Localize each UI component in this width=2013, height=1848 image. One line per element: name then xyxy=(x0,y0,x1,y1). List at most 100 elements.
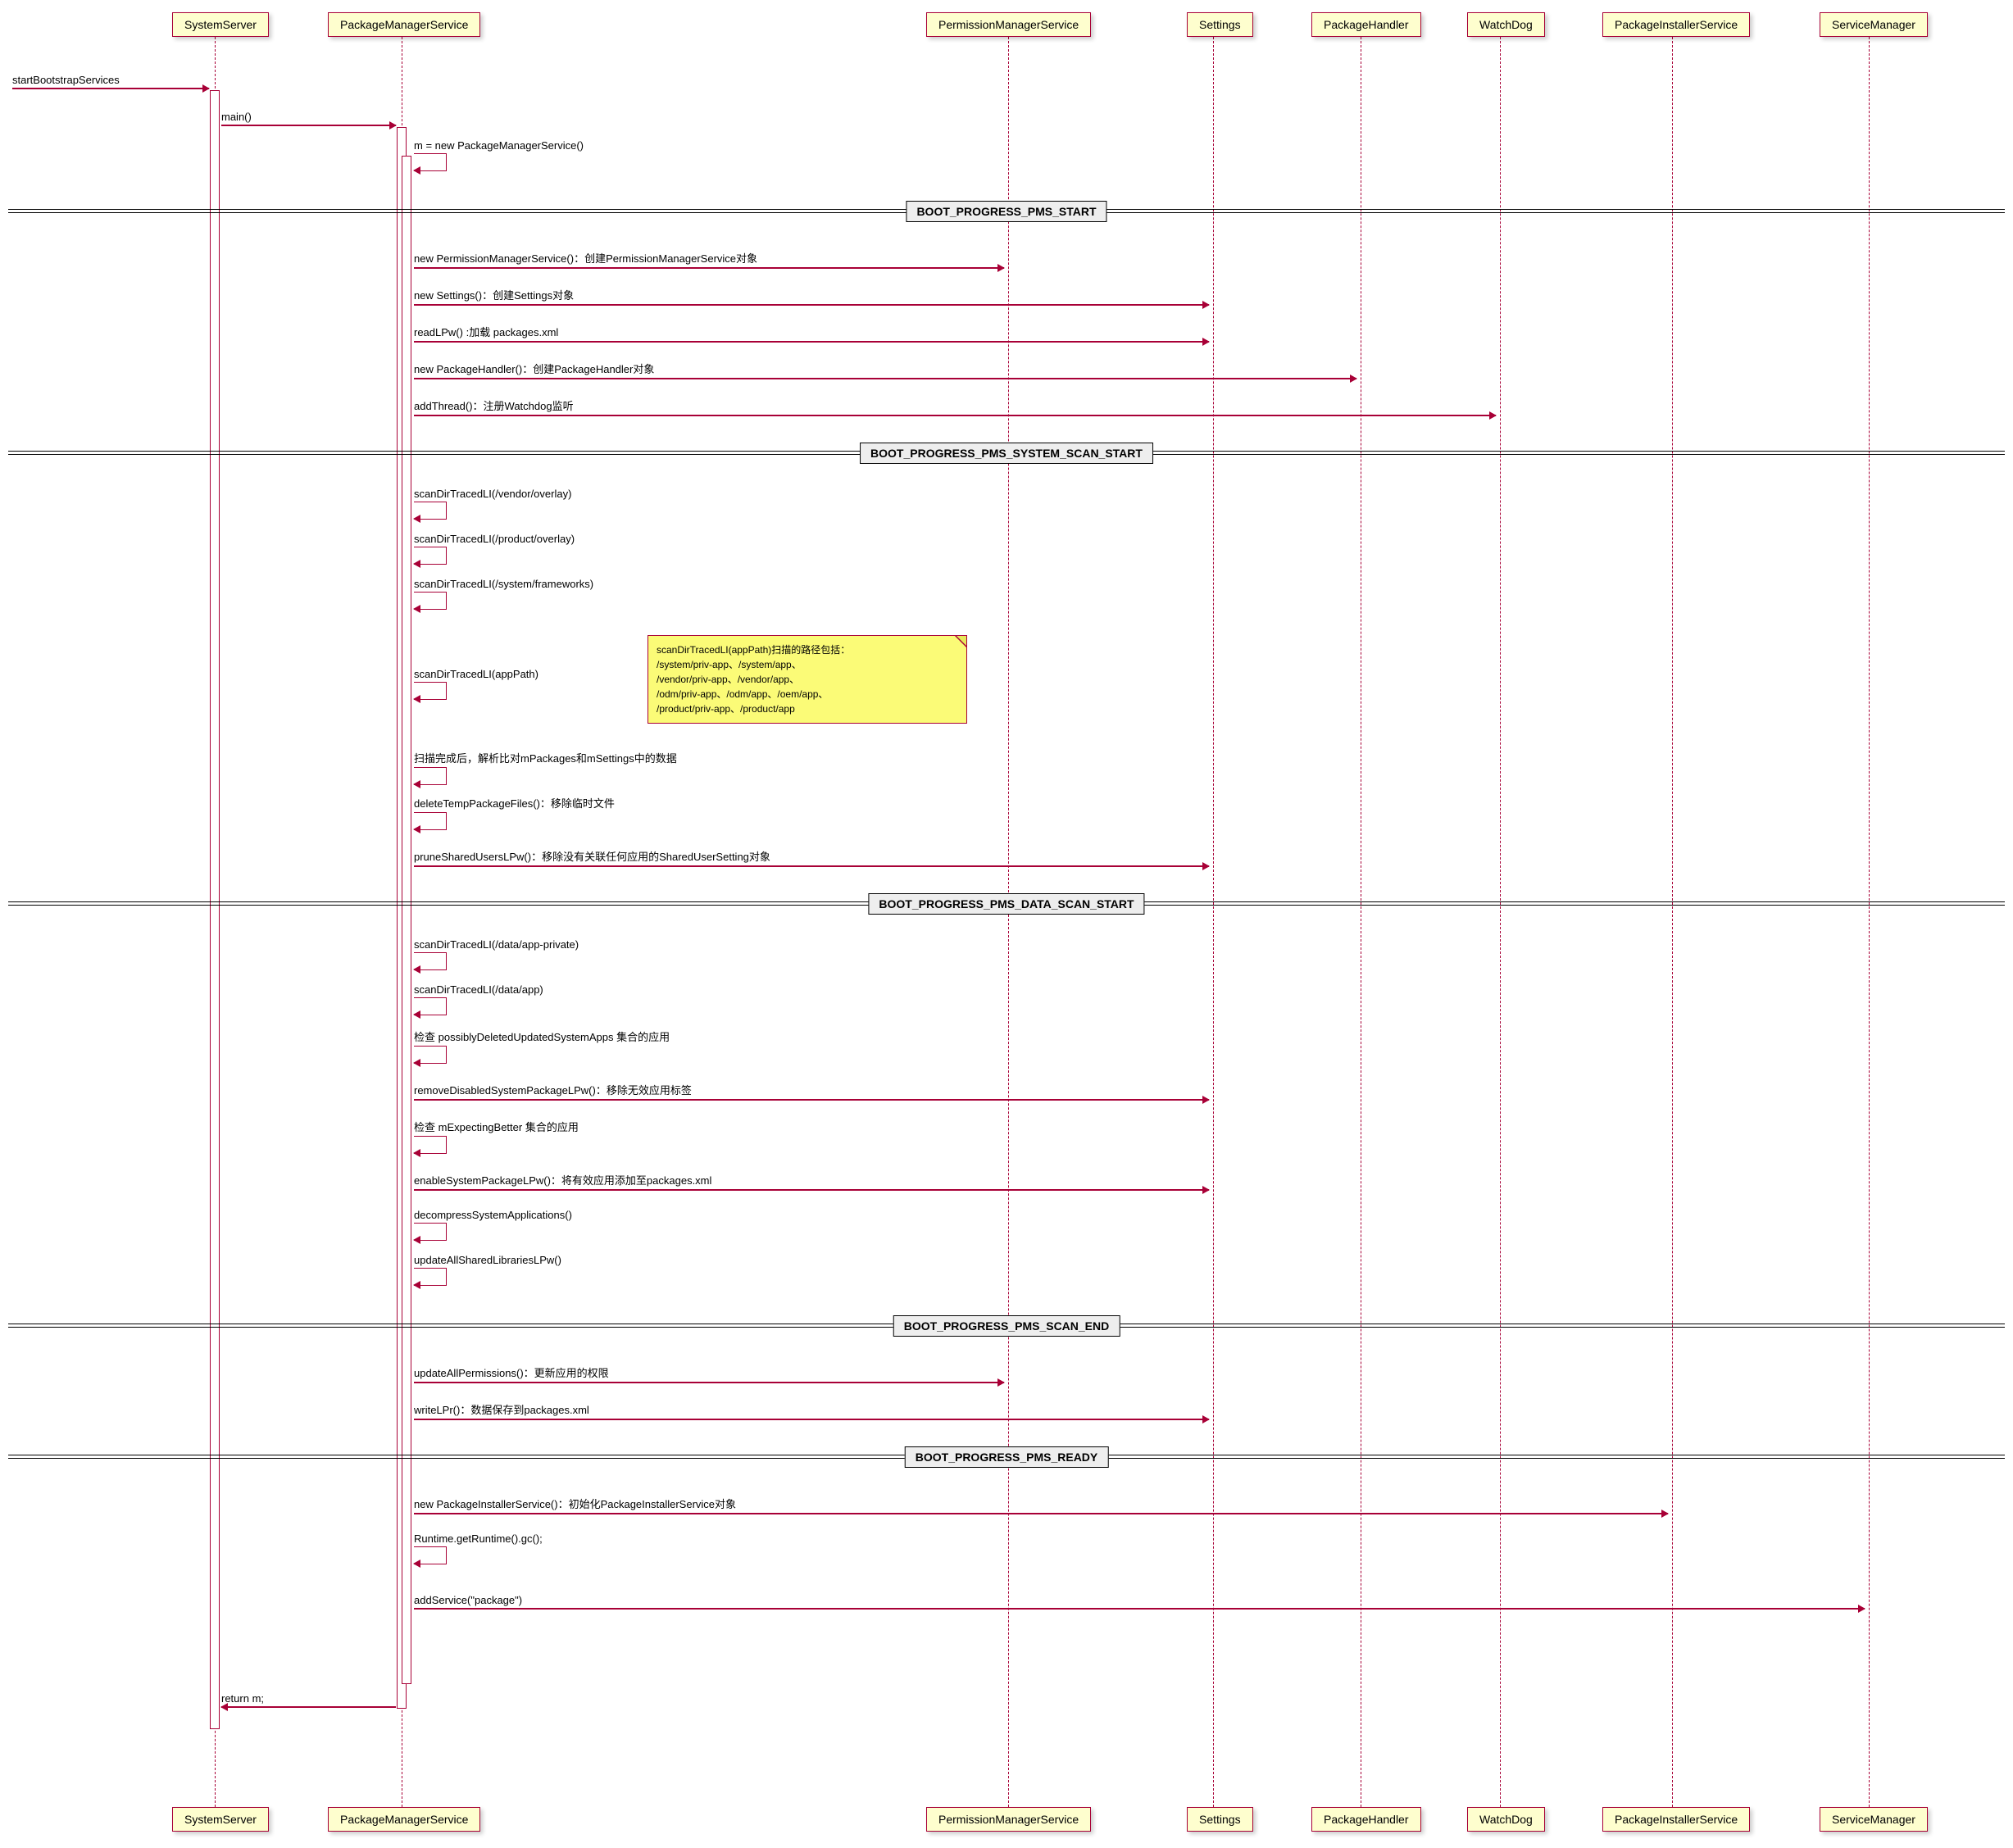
participant-settings-top: Settings xyxy=(1187,12,1253,37)
participant-label: PackageHandler xyxy=(1324,18,1409,31)
divider-label: BOOT_PROGRESS_PMS_SCAN_END xyxy=(893,1315,1120,1337)
divider-label: BOOT_PROGRESS_PMS_READY xyxy=(905,1446,1109,1468)
divider-scan-end: BOOT_PROGRESS_PMS_SCAN_END xyxy=(8,1315,2005,1340)
msg-label: decompressSystemApplications() xyxy=(414,1209,572,1221)
divider-label: BOOT_PROGRESS_PMS_SYSTEM_SCAN_START xyxy=(860,443,1153,464)
msg-scan-vendor-overlay: scanDirTracedLI(/vendor/overlay) xyxy=(414,488,571,520)
lifeline-installer xyxy=(1672,37,1673,1811)
msg-label: updateAllPermissions()：更新应用的权限 xyxy=(414,1364,1004,1380)
msg-label: 检查 possiblyDeletedUpdatedSystemApps 集合的应… xyxy=(414,1028,670,1044)
msg-prune-shared: pruneSharedUsersLPw()：移除没有关联任何应用的SharedU… xyxy=(414,848,1209,867)
participant-label: SystemServer xyxy=(184,18,257,31)
note-scan-paths: scanDirTracedLI(appPath)扫描的路径包括： /system… xyxy=(648,635,967,724)
msg-enable-syspkg: enableSystemPackageLPw()：将有效应用添加至package… xyxy=(414,1172,1209,1191)
msg-return: return m; xyxy=(221,1692,396,1708)
participant-permservice-bot: PermissionManagerService xyxy=(926,1807,1091,1832)
msg-update-perms: updateAllPermissions()：更新应用的权限 xyxy=(414,1364,1004,1383)
divider-pms-start: BOOT_PROGRESS_PMS_START xyxy=(8,201,2005,225)
msg-label: addThread()：注册Watchdog监听 xyxy=(414,397,1496,413)
participant-pkghandler-top: PackageHandler xyxy=(1311,12,1421,37)
msg-label: pruneSharedUsersLPw()：移除没有关联任何应用的SharedU… xyxy=(414,848,1209,864)
lifeline-watchdog xyxy=(1500,37,1501,1811)
participant-watchdog-bot: WatchDog xyxy=(1467,1807,1545,1832)
msg-label: new Settings()：创建Settings对象 xyxy=(414,287,1209,302)
msg-label: scanDirTracedLI(/data/app-private) xyxy=(414,938,579,951)
msg-remove-disabled: removeDisabledSystemPackageLPw()：移除无效应用标… xyxy=(414,1082,1209,1101)
participant-pkghandler-bot: PackageHandler xyxy=(1311,1807,1421,1832)
participant-systemserver-bot: SystemServer xyxy=(172,1807,269,1832)
divider-system-scan-start: BOOT_PROGRESS_PMS_SYSTEM_SCAN_START xyxy=(8,443,2005,467)
msg-label: writeLPr()：数据保存到packages.xml xyxy=(414,1401,1209,1417)
msg-new-permservice: new PermissionManagerService()：创建Permiss… xyxy=(414,250,1004,269)
participant-settings-bot: Settings xyxy=(1187,1807,1253,1832)
participant-label: Settings xyxy=(1199,18,1241,31)
participant-label: WatchDog xyxy=(1479,1813,1533,1826)
participant-pms-bot: PackageManagerService xyxy=(328,1807,480,1832)
msg-label: readLPw() :加载 packages.xml xyxy=(414,324,1209,339)
msg-label: new PackageHandler()：创建PackageHandler对象 xyxy=(414,361,1356,376)
participant-installer-top: PackageInstallerService xyxy=(1602,12,1750,37)
divider-ready: BOOT_PROGRESS_PMS_READY xyxy=(8,1446,2005,1471)
msg-label: startBootstrapServices xyxy=(12,74,209,86)
participant-svcmgr-bot: ServiceManager xyxy=(1820,1807,1928,1832)
participant-svcmgr-top: ServiceManager xyxy=(1820,12,1928,37)
msg-label: enableSystemPackageLPw()：将有效应用添加至package… xyxy=(414,1172,1209,1187)
msg-readlpw: readLPw() :加载 packages.xml xyxy=(414,324,1209,343)
divider-label: BOOT_PROGRESS_PMS_DATA_SCAN_START xyxy=(868,893,1144,915)
divider-label: BOOT_PROGRESS_PMS_START xyxy=(906,201,1106,222)
msg-addthread: addThread()：注册Watchdog监听 xyxy=(414,397,1496,416)
msg-label: m = new PackageManagerService() xyxy=(414,139,584,152)
msg-scan-data-app: scanDirTracedLI(/data/app) xyxy=(414,983,543,1015)
msg-label: main() xyxy=(221,111,396,123)
lifeline-svcmgr xyxy=(1869,37,1870,1811)
msg-label: deleteTempPackageFiles()：移除临时文件 xyxy=(414,795,615,810)
msg-scan-data-private: scanDirTracedLI(/data/app-private) xyxy=(414,938,579,970)
msg-label: scanDirTracedLI(/product/overlay) xyxy=(414,533,575,545)
participant-label: SystemServer xyxy=(184,1813,257,1826)
msg-writelpr: writeLPr()：数据保存到packages.xml xyxy=(414,1401,1209,1420)
msg-label: 扫描完成后，解析比对mPackages和mSettings中的数据 xyxy=(414,750,677,765)
msg-label: new PackageInstallerService()：初始化Package… xyxy=(414,1496,1668,1511)
note-line: /system/priv-app、/system/app、 xyxy=(657,657,958,672)
participant-label: Settings xyxy=(1199,1813,1241,1826)
msg-new-pkghandler: new PackageHandler()：创建PackageHandler对象 xyxy=(414,361,1356,379)
note-line: /vendor/priv-app、/vendor/app、 xyxy=(657,672,958,687)
msg-new-pms: m = new PackageManagerService() xyxy=(414,139,584,171)
msg-label: scanDirTracedLI(/system/frameworks) xyxy=(414,578,593,590)
participant-systemserver-top: SystemServer xyxy=(172,12,269,37)
participant-label: PackageManagerService xyxy=(340,1813,468,1826)
msg-check-expecting: 检查 mExpectingBetter 集合的应用 xyxy=(414,1119,579,1154)
divider-data-scan-start: BOOT_PROGRESS_PMS_DATA_SCAN_START xyxy=(8,893,2005,918)
msg-label: scanDirTracedLI(/data/app) xyxy=(414,983,543,996)
msg-label: Runtime.getRuntime().gc(); xyxy=(414,1532,543,1545)
msg-startbootstrap: startBootstrapServices xyxy=(12,74,209,89)
msg-delete-temp: deleteTempPackageFiles()：移除临时文件 xyxy=(414,795,615,830)
participant-installer-bot: PackageInstallerService xyxy=(1602,1807,1750,1832)
participant-label: PermissionManagerService xyxy=(938,1813,1079,1826)
msg-decompress: decompressSystemApplications() xyxy=(414,1209,572,1241)
participant-label: PackageManagerService xyxy=(340,18,468,31)
participant-pms-top: PackageManagerService xyxy=(328,12,480,37)
msg-main: main() xyxy=(221,111,396,126)
participant-label: PermissionManagerService xyxy=(938,18,1079,31)
msg-scan-compare: 扫描完成后，解析比对mPackages和mSettings中的数据 xyxy=(414,750,677,785)
msg-scan-apppath: scanDirTracedLI(appPath) xyxy=(414,668,538,700)
participant-label: PackageInstallerService xyxy=(1615,1813,1738,1826)
participant-label: WatchDog xyxy=(1479,18,1533,31)
msg-label: updateAllSharedLibrariesLPw() xyxy=(414,1254,561,1266)
participant-watchdog-top: WatchDog xyxy=(1467,12,1545,37)
participant-label: ServiceManager xyxy=(1832,18,1915,31)
msg-new-installer: new PackageInstallerService()：初始化Package… xyxy=(414,1496,1668,1514)
note-line: /odm/priv-app、/odm/app、/oem/app、 xyxy=(657,687,958,702)
msg-label: removeDisabledSystemPackageLPw()：移除无效应用标… xyxy=(414,1082,1209,1097)
note-line: /product/priv-app、/product/app xyxy=(657,702,958,716)
msg-gc: Runtime.getRuntime().gc(); xyxy=(414,1532,543,1564)
msg-addservice: addService("package") xyxy=(414,1594,1865,1610)
msg-update-libs: updateAllSharedLibrariesLPw() xyxy=(414,1254,561,1286)
msg-label: scanDirTracedLI(/vendor/overlay) xyxy=(414,488,571,500)
msg-label: addService("package") xyxy=(414,1594,1865,1606)
msg-label: new PermissionManagerService()：创建Permiss… xyxy=(414,250,1004,266)
participant-label: PackageHandler xyxy=(1324,1813,1409,1826)
participant-permservice-top: PermissionManagerService xyxy=(926,12,1091,37)
note-line: scanDirTracedLI(appPath)扫描的路径包括： xyxy=(657,642,958,657)
